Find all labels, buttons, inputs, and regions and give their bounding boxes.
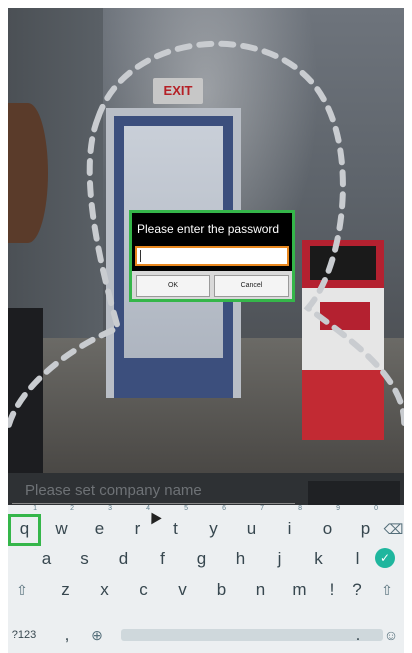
key-label: z xyxy=(61,580,70,599)
key-emoji[interactable]: ☺ xyxy=(380,620,402,650)
key-b[interactable]: b xyxy=(205,575,238,605)
key-label: n xyxy=(255,580,266,599)
company-name-placeholder: Please set company name xyxy=(25,482,202,499)
key-p[interactable]: p0 xyxy=(349,505,382,544)
enter-key[interactable]: ✓ xyxy=(375,548,395,568)
dialog-button-row: OK Cancel xyxy=(132,271,292,299)
key-label: c xyxy=(139,580,148,599)
key-label: w xyxy=(55,519,68,538)
key-label: p xyxy=(360,519,371,538)
key-hint: 4 xyxy=(146,505,150,512)
key-e[interactable]: e3 xyxy=(83,505,116,544)
key-k[interactable]: k xyxy=(302,544,335,574)
password-dialog: Please enter the password OK Cancel xyxy=(129,210,295,302)
key-label: d xyxy=(118,549,129,568)
key-label: r xyxy=(134,519,141,538)
key-label: u xyxy=(246,519,257,538)
key-shift-left[interactable]: ⇧ xyxy=(8,575,36,605)
key-f[interactable]: f xyxy=(146,544,179,574)
key-y[interactable]: y6 xyxy=(197,505,230,544)
key-symbols[interactable]: ?123 xyxy=(8,620,40,650)
key-question[interactable]: ? xyxy=(347,575,367,605)
shift-icon: ⇧ xyxy=(16,582,28,598)
key-label: f xyxy=(160,549,165,568)
key-period[interactable]: . xyxy=(348,620,368,650)
key-v[interactable]: v xyxy=(166,575,199,605)
key-label: v xyxy=(178,580,187,599)
cancel-button[interactable]: Cancel xyxy=(214,275,289,297)
key-h[interactable]: h xyxy=(224,544,257,574)
key-hint: 3 xyxy=(108,505,112,512)
key-label: x xyxy=(100,580,109,599)
onscreen-keyboard: q 1 w2 e3 r4 t5 y6 u7 i8 o9 p0 ⌫ a s d f… xyxy=(8,505,404,653)
spacebar[interactable] xyxy=(121,629,383,641)
key-z[interactable]: z xyxy=(49,575,82,605)
key-backspace[interactable]: ⌫ xyxy=(383,514,404,544)
app-screen: EXIT Please enter the password OK Cancel… xyxy=(8,8,404,653)
key-label: ? xyxy=(352,580,362,599)
key-label: b xyxy=(216,580,227,599)
checkmark-icon: ✓ xyxy=(379,551,391,565)
key-q[interactable]: q 1 xyxy=(8,505,41,546)
key-label: s xyxy=(80,549,89,568)
key-label: t xyxy=(173,519,178,538)
key-label: ! xyxy=(329,580,335,599)
key-u[interactable]: u7 xyxy=(235,505,268,544)
key-label: l xyxy=(355,549,360,568)
key-hint: 5 xyxy=(184,505,188,512)
key-hint: 0 xyxy=(374,505,378,512)
key-i[interactable]: i8 xyxy=(273,505,306,544)
key-g[interactable]: g xyxy=(185,544,218,574)
key-shift-right[interactable]: ⇧ xyxy=(373,575,401,605)
key-hint: 2 xyxy=(70,505,74,512)
key-label: e xyxy=(94,519,105,538)
key-c[interactable]: c xyxy=(127,575,160,605)
key-label: i xyxy=(287,519,292,538)
key-w[interactable]: w2 xyxy=(45,505,78,544)
shift-icon: ⇧ xyxy=(381,582,393,598)
key-n[interactable]: n xyxy=(244,575,277,605)
key-label: k xyxy=(314,549,323,568)
key-o[interactable]: o9 xyxy=(311,505,344,544)
text-caret xyxy=(140,250,141,262)
key-hint: 8 xyxy=(298,505,302,512)
key-label: , xyxy=(64,625,70,644)
key-hint: 6 xyxy=(222,505,226,512)
key-label: a xyxy=(41,549,52,568)
emoji-icon: ☺ xyxy=(383,627,399,643)
key-s[interactable]: s xyxy=(68,544,101,574)
key-hint: 7 xyxy=(260,505,264,512)
key-exclamation[interactable]: ! xyxy=(322,575,342,605)
key-x[interactable]: x xyxy=(88,575,121,605)
key-comma[interactable]: , xyxy=(57,620,77,650)
key-label: h xyxy=(235,549,246,568)
key-label: y xyxy=(209,519,218,538)
key-hint: 9 xyxy=(336,505,340,512)
key-label: o xyxy=(322,519,333,538)
password-input[interactable] xyxy=(135,246,289,266)
key-d[interactable]: d xyxy=(107,544,140,574)
key-m[interactable]: m xyxy=(283,575,316,605)
key-label: ?123 xyxy=(11,629,37,641)
ok-button[interactable]: OK xyxy=(136,275,210,297)
key-a[interactable]: a xyxy=(30,544,63,574)
key-t[interactable]: t5 xyxy=(159,505,192,544)
key-label: m xyxy=(292,580,307,599)
key-l[interactable]: l xyxy=(341,544,374,574)
key-label: . xyxy=(355,625,361,644)
key-label: g xyxy=(196,549,207,568)
key-label: j xyxy=(277,549,282,568)
key-j[interactable]: j xyxy=(263,544,296,574)
globe-icon: ⊕ xyxy=(91,627,103,643)
key-hint: 1 xyxy=(33,505,37,512)
dialog-title: Please enter the password xyxy=(137,222,280,236)
backspace-icon: ⌫ xyxy=(383,521,404,537)
key-highlight xyxy=(8,514,41,546)
key-language[interactable]: ⊕ xyxy=(82,620,112,650)
